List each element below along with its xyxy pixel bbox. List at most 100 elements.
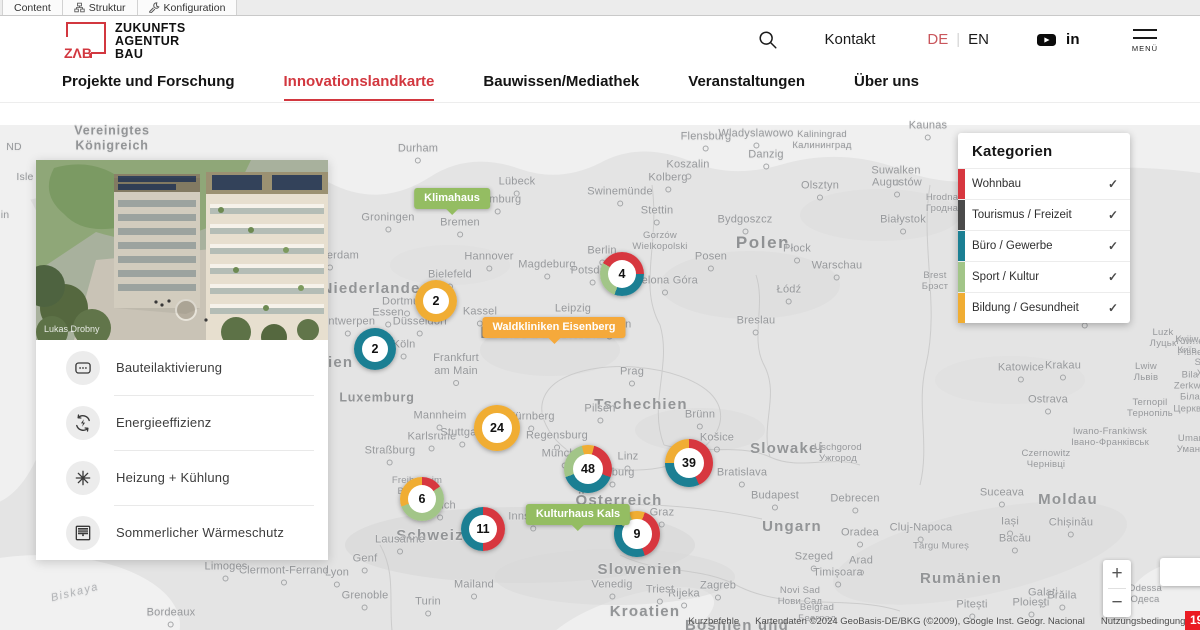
category-büro-gewerbe[interactable]: Büro / Gewerbe ✓ <box>958 230 1130 261</box>
map-copyright: Kartendaten ©2024 GeoBasis-DE/BKG (©2009… <box>755 616 1085 627</box>
cluster-marker[interactable]: 6 <box>400 477 444 521</box>
map-label: Prag <box>620 366 644 387</box>
map-label: Budapest <box>751 490 799 511</box>
youtube-icon[interactable] <box>1037 33 1056 47</box>
socket-icon <box>66 351 100 385</box>
nav-item-projekte-und-forschung[interactable]: Projekte und Forschung <box>62 73 235 92</box>
energy-cycle-icon <box>66 406 100 440</box>
map-label: Wladyslawowo <box>718 128 793 149</box>
menu-label: MENÜ <box>1132 44 1158 53</box>
map-label: Odessa Одеса <box>1128 583 1162 605</box>
admin-tab-struktur[interactable]: Struktur <box>63 0 138 15</box>
cluster-count: 11 <box>469 515 497 543</box>
zoom-out-button[interactable]: − <box>1103 589 1131 617</box>
map-label: Isle <box>16 171 33 183</box>
map-zoom-control: + − <box>1103 560 1131 617</box>
feature-list: Bauteilaktivierung Energieeffizienz Heizun… <box>36 340 328 560</box>
cluster-marker[interactable]: 11 <box>461 507 505 551</box>
map-control-partial[interactable] <box>1160 558 1200 586</box>
check-icon[interactable]: ✓ <box>1108 177 1118 191</box>
feature-bauteilaktivierung[interactable]: Bauteilaktivierung <box>36 340 328 395</box>
categories-panel: Kategorien Wohnbau✓Tourismus / Freizeit✓… <box>958 133 1130 323</box>
nav-item-über-uns[interactable]: Über uns <box>854 73 919 92</box>
check-icon[interactable]: ✓ <box>1108 270 1118 284</box>
feature-label: Energieeffizienz <box>116 415 211 430</box>
map-label: Bordeaux <box>147 607 196 628</box>
map-label: Ostrava <box>1028 394 1068 415</box>
map-label: Vereinigtes Königreich <box>74 123 150 153</box>
map-label: Ternopil Тернопіль <box>1127 397 1173 419</box>
map-label: Köln <box>393 339 416 360</box>
map-label: Brăila <box>1047 590 1076 611</box>
feature-label: Heizung + Kühlung <box>116 470 230 485</box>
admin-tab-konfiguration[interactable]: Konfiguration <box>138 0 238 15</box>
category-wohnbau[interactable]: Wohnbau✓ <box>958 168 1130 199</box>
lang-divider: | <box>956 31 960 48</box>
map-label: Clermont-Ferrand <box>239 565 329 586</box>
nav-item-veranstaltungen[interactable]: Veranstaltungen <box>688 73 805 92</box>
cluster-count: 24 <box>482 413 511 442</box>
lang-de[interactable]: DE <box>927 31 948 48</box>
zab-logo-mark: ZΛB <box>62 18 108 60</box>
map-label: Pilsen <box>584 403 615 424</box>
cluster-marker[interactable]: 48 <box>564 445 612 493</box>
category-label: Bildung / Gesundheit <box>972 302 1079 314</box>
map-label: Rumänien <box>920 570 1002 588</box>
map-label: Uschgorod Ужгород <box>814 442 862 464</box>
admin-tab-label: Content <box>14 2 51 14</box>
innovation-map[interactable]: Vereinigtes KönigreichNiederlandeBelgien… <box>0 125 1200 630</box>
nav-item-bauwissen-mediathek[interactable]: Bauwissen/Mediathek <box>483 73 639 92</box>
map-label: Cluj-Napoca <box>890 522 953 543</box>
category-bildung-gesundheit[interactable]: Bildung / Gesundheit ✓ <box>958 292 1130 323</box>
check-icon[interactable]: ✓ <box>1108 208 1118 222</box>
project-tooltip-waldkliniken-eisenberg[interactable]: Waldkliniken Eisenberg <box>482 317 625 338</box>
map-label: Târgu Mureș <box>913 540 969 551</box>
admin-tab-content[interactable]: Content <box>2 0 63 15</box>
project-tooltip-kulturhaus-kals[interactable]: Kulturhaus Kals <box>526 504 630 525</box>
project-card[interactable]: Lukas Drobny BauteilaktivierungEnergieef… <box>36 160 328 560</box>
admin-tab-label: Konfiguration <box>164 2 226 14</box>
feature-sommerlicher-wärmeschutz[interactable]: Sommerlicher Wärmeschutz <box>36 505 328 560</box>
contact-link[interactable]: Kontakt <box>825 31 876 48</box>
zab-logo[interactable]: ZΛB ZUKUNFTS AGENTUR BAU <box>62 18 186 61</box>
map-label: Krakau <box>1045 360 1081 381</box>
cluster-marker[interactable]: 2 <box>415 280 457 322</box>
category-label: Büro / Gewerbe <box>972 240 1053 252</box>
map-label: Kaunas <box>909 120 948 141</box>
feature-heizung-kühlung[interactable]: Heizung + Kühlung <box>36 450 328 505</box>
cluster-count: 4 <box>608 260 636 288</box>
terms-link[interactable]: Nutzungsbedingungen <box>1101 616 1196 627</box>
check-icon[interactable]: ✓ <box>1108 301 1118 315</box>
linkedin-icon[interactable]: in <box>1066 31 1080 48</box>
cluster-marker[interactable]: 2 <box>354 328 396 370</box>
lang-en[interactable]: EN <box>968 31 989 48</box>
cluster-count: 48 <box>573 454 604 485</box>
category-color-bar <box>958 293 965 323</box>
map-label: Warschau <box>812 260 863 281</box>
feature-energieeffizienz[interactable]: Energieeffizienz <box>36 395 328 450</box>
map-label: in <box>1 209 10 221</box>
map-label: Brest Брэст <box>922 270 948 292</box>
category-tourismus-freizeit[interactable]: Tourismus / Freizeit✓ <box>958 199 1130 230</box>
category-color-bar <box>958 262 965 292</box>
cluster-marker[interactable]: 4 <box>600 252 644 296</box>
menu-button[interactable]: MENÜ <box>1132 26 1158 53</box>
admin-tab-label: Struktur <box>89 2 126 14</box>
zoom-in-button[interactable]: + <box>1103 560 1131 588</box>
category-sport-kultur[interactable]: Sport / Kultur✓ <box>958 261 1130 292</box>
nav-item-innovationslandkarte[interactable]: Innovationslandkarte <box>284 73 435 92</box>
cluster-count: 2 <box>362 336 389 363</box>
map-label: Katowice <box>998 362 1044 383</box>
cluster-marker[interactable]: 39 <box>665 439 713 487</box>
check-icon[interactable]: ✓ <box>1108 239 1118 253</box>
map-label: Slowenien <box>598 561 683 579</box>
map-label: Uman Умань <box>1177 433 1200 455</box>
search-icon[interactable] <box>757 29 779 51</box>
map-label: Grenoble <box>342 590 389 611</box>
cluster-count: 39 <box>674 448 705 479</box>
keyboard-shortcuts-link[interactable]: Kurzbefehle <box>688 616 739 627</box>
social-links: in <box>1037 31 1080 48</box>
cluster-marker[interactable]: 24 <box>474 405 520 451</box>
project-tooltip-klimahaus[interactable]: Klimahaus <box>414 188 490 209</box>
admin-tabs: Content Struktur Konfiguration <box>0 0 237 15</box>
